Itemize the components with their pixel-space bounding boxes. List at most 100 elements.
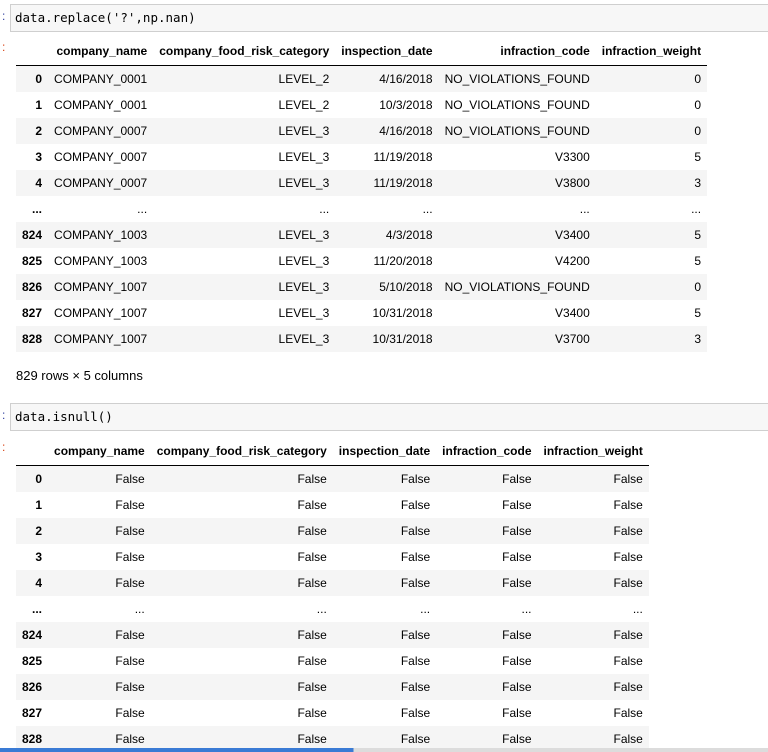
table-cell: ...	[422, 202, 433, 216]
row-index: 0	[35, 472, 43, 486]
table-body: 0 COMPANY_0001 LEVEL_2 4/16/2018 NO_VIOLATIO…	[16, 65, 708, 352]
table-cell: False	[502, 472, 532, 486]
table-cell: False	[613, 706, 643, 720]
table-cell: COMPANY_0007	[54, 124, 148, 138]
table-cell: ...	[319, 202, 330, 216]
table-row: ..................	[16, 196, 707, 222]
table-cell: False	[297, 550, 327, 564]
table-cell: False	[400, 472, 431, 486]
table-cell: 10/31/2018	[372, 332, 433, 346]
table-cell: False	[297, 524, 327, 538]
table-cell: False	[115, 706, 145, 720]
table-cell: False	[502, 706, 532, 720]
table-cell: False	[400, 550, 431, 564]
table-cell: False	[115, 498, 145, 512]
table-cell: COMPANY_0001	[54, 72, 148, 86]
table-cell: V3700	[555, 332, 590, 346]
table-cell: LEVEL_3	[278, 332, 330, 346]
row-index: 1	[35, 98, 43, 112]
row-index: 825	[22, 654, 43, 668]
table-cell: False	[502, 550, 532, 564]
row-index: 3	[35, 550, 43, 564]
table-cell: False	[400, 628, 431, 642]
output-prompt-marker: :	[2, 40, 6, 54]
table-row: 827 COMPANY_1007 LEVEL_3 10/31/2018 V3400 5	[16, 300, 707, 326]
table-cell: 5	[694, 254, 702, 268]
row-index: 825	[22, 254, 43, 268]
table-cell: LEVEL_3	[278, 254, 330, 268]
table-cell: False	[297, 680, 327, 694]
table-cell: 11/20/2018	[373, 254, 433, 268]
header-row: company_name company_food_risk_category in…	[16, 437, 649, 466]
table-cell: False	[400, 654, 431, 668]
row-index: 2	[35, 124, 43, 138]
column-header: infraction_weight	[595, 37, 708, 66]
table-cell: COMPANY_1003	[54, 254, 148, 268]
table-cell: False	[297, 498, 327, 512]
column-header: infraction_code	[438, 37, 596, 66]
table-cell: False	[115, 654, 145, 668]
table-cell: LEVEL_3	[278, 228, 330, 242]
table-cell: 4/16/2018	[379, 72, 433, 86]
table-cell: COMPANY_0007	[54, 176, 148, 190]
table-cell: False	[613, 654, 643, 668]
taskbar-strip	[0, 748, 768, 752]
column-header: infraction_weight	[537, 437, 649, 466]
code-cell-input[interactable]: data.replace('?',np.nan)	[10, 4, 768, 32]
input-prompt-marker: :	[2, 408, 6, 422]
table-cell: COMPANY_1007	[54, 306, 148, 320]
row-index: 2	[35, 524, 43, 538]
table-row: 1 False False False False False	[16, 492, 649, 518]
table-cell: 0	[694, 280, 702, 294]
table-cell: 10/31/2018	[372, 306, 433, 320]
table-cell: 3	[694, 332, 702, 346]
column-header: company_name	[48, 37, 154, 66]
table-cell: 0	[694, 72, 702, 86]
row-index: 826	[22, 280, 43, 294]
column-header: company_name	[48, 437, 151, 466]
column-header: inspection_date	[332, 437, 437, 466]
table-cell: 11/19/2018	[373, 176, 433, 190]
table-cell: False	[613, 628, 643, 642]
table-row: 4 COMPANY_0007 LEVEL_3 11/19/2018 V3800 3	[16, 170, 708, 196]
table-cell: LEVEL_2	[278, 72, 330, 86]
table-row: 827 False False False False False	[16, 700, 649, 726]
table-row: 826 COMPANY_1007 LEVEL_3 5/10/2018 NO_VIOLAT…	[16, 274, 708, 300]
table-cell: V3400	[555, 306, 590, 320]
table-cell: COMPANY_0001	[54, 98, 148, 112]
row-index: 827	[22, 706, 43, 720]
table-cell: LEVEL_3	[278, 306, 330, 320]
table-cell: 5	[694, 228, 702, 242]
table-cell: 10/3/2018	[379, 98, 433, 112]
table-cell: False	[400, 576, 431, 590]
code-cell-input[interactable]: data.isnull()	[10, 403, 768, 431]
table-cell: False	[613, 680, 643, 694]
table-row: 824 False False False False False	[16, 622, 649, 648]
table-cell: V4200	[555, 254, 590, 268]
index-header	[16, 37, 49, 66]
row-index: ...	[32, 202, 43, 216]
table-cell: 4/3/2018	[385, 228, 433, 242]
table-cell: False	[115, 576, 145, 590]
row-index: 827	[22, 306, 43, 320]
table-row: 0 False False False False False	[16, 465, 649, 492]
column-header: infraction_code	[436, 437, 538, 466]
table-body: 0 False False False False False 1 False False Fal…	[16, 465, 649, 752]
table-row: 828 COMPANY_1007 LEVEL_3 10/31/2018 V3700 3	[16, 326, 708, 352]
table-cell: False	[115, 472, 145, 486]
table-cell: 3	[694, 176, 702, 190]
table-cell: False	[502, 654, 532, 668]
table-cell: LEVEL_3	[278, 176, 330, 190]
code-text: data.isnull()	[15, 409, 113, 424]
table-cell: False	[115, 524, 145, 538]
table-header: company_name company_food_risk_category in…	[16, 437, 649, 466]
row-index: 4	[35, 576, 43, 590]
table-cell: False	[613, 498, 643, 512]
table-cell: False	[502, 576, 532, 590]
table-row: 2 False False False False False	[16, 518, 649, 544]
table-cell: COMPANY_1003	[54, 228, 148, 242]
table-row: 4 False False False False False	[16, 570, 649, 596]
table-cell: COMPANY_1007	[54, 332, 148, 346]
table-cell: 5	[694, 306, 702, 320]
table-cell: False	[115, 550, 145, 564]
